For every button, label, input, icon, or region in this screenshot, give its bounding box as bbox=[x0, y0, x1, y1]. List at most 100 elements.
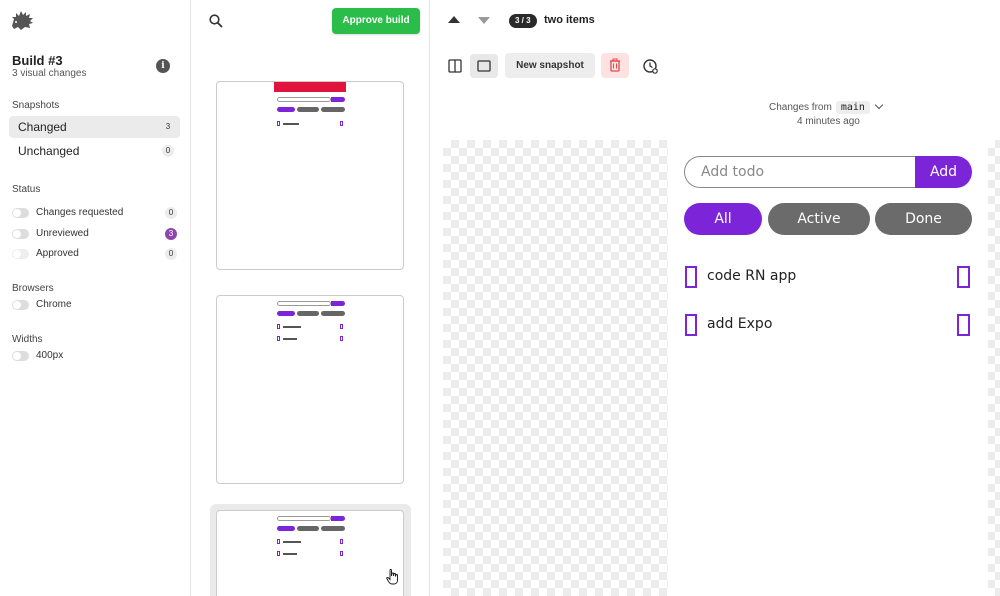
hedgehog-logo-icon[interactable] bbox=[10, 10, 34, 32]
snapshot-list: Approve build bbox=[191, 0, 430, 596]
thumbnail-pill bbox=[321, 526, 345, 531]
thumbnail-text bbox=[283, 541, 301, 543]
toggle-switch[interactable] bbox=[12, 300, 29, 310]
thumbnail-check bbox=[340, 324, 343, 329]
count-badge: 0 bbox=[165, 207, 177, 219]
todo-item: code RN app bbox=[684, 264, 972, 288]
count-badge: 3 bbox=[165, 122, 171, 131]
delete-icon bbox=[610, 58, 620, 72]
thumbnail-add bbox=[331, 516, 345, 521]
snapshot-thumbnail[interactable] bbox=[216, 81, 404, 270]
thumbnail-check bbox=[340, 551, 343, 556]
thumbnail-text bbox=[283, 553, 297, 555]
snapshot-thumbnail[interactable] bbox=[216, 510, 404, 596]
thumbnail-input bbox=[277, 516, 331, 521]
todo-text: add Expo bbox=[707, 316, 773, 332]
thumbnail-add bbox=[331, 301, 345, 306]
thumbnail-add bbox=[331, 97, 345, 102]
changes-from-label: Changes from bbox=[769, 102, 832, 113]
search-icon[interactable] bbox=[209, 14, 223, 28]
add-todo-input[interactable]: Add todo bbox=[684, 156, 916, 188]
filter-label: Unreviewed bbox=[36, 228, 89, 239]
sidebar-item-label: Changed bbox=[18, 120, 67, 134]
snapshot-thumbnail[interactable] bbox=[216, 295, 404, 484]
thumbnail-pill bbox=[297, 107, 319, 112]
thumbnail-pill bbox=[277, 107, 295, 112]
filter-label: Approved bbox=[36, 248, 79, 259]
snapshot-canvas: Add todo Add All Active Done code RN app… bbox=[443, 140, 1000, 596]
app: Build #3 3 visual changes i Snapshots Ch… bbox=[0, 0, 1000, 596]
toggle-switch[interactable] bbox=[12, 351, 29, 361]
sidebar-item-changed[interactable]: Changed 3 bbox=[9, 116, 180, 138]
filter-all-button[interactable]: All bbox=[684, 203, 762, 235]
filter-chrome[interactable]: Chrome bbox=[12, 297, 180, 313]
thumbnail-pill bbox=[321, 311, 345, 316]
filter-width-400[interactable]: 400px bbox=[12, 348, 180, 364]
sidebar: Build #3 3 visual changes i Snapshots Ch… bbox=[0, 0, 191, 596]
thumbnail-check bbox=[340, 121, 343, 126]
filter-done-button[interactable]: Done bbox=[875, 203, 972, 235]
snapshot-detail: 3 / 3 two items New snapshot Changes fro… bbox=[430, 0, 1000, 596]
thumbnail-pill bbox=[277, 311, 295, 316]
todo-delete-button[interactable] bbox=[957, 314, 970, 336]
approve-build-button[interactable]: Approve build bbox=[332, 8, 420, 34]
thumbnail-input bbox=[277, 97, 331, 102]
thumbnail-check bbox=[340, 539, 343, 544]
thumbnail-input bbox=[277, 301, 331, 306]
changes-from[interactable]: Changes from main bbox=[769, 100, 884, 114]
todo-text: code RN app bbox=[707, 268, 797, 284]
build-subtitle: 3 visual changes bbox=[12, 68, 87, 79]
split-view-icon bbox=[448, 59, 462, 73]
single-view-button[interactable] bbox=[470, 54, 498, 78]
thumbnail-check bbox=[340, 336, 343, 341]
split-view-button[interactable] bbox=[441, 54, 469, 78]
filter-changes-requested[interactable]: Changes requested 0 bbox=[12, 205, 180, 221]
thumbnail-check bbox=[277, 121, 280, 126]
thumbnail-pill bbox=[297, 526, 319, 531]
thumbnail-text bbox=[283, 326, 301, 328]
filter-unreviewed[interactable]: Unreviewed 3 bbox=[12, 226, 180, 242]
filter-approved[interactable]: Approved 0 bbox=[12, 246, 180, 262]
thumbnail-check bbox=[277, 539, 280, 544]
todo-checkbox[interactable] bbox=[685, 314, 697, 336]
filter-active-button[interactable]: Active bbox=[768, 203, 870, 235]
previous-arrow-icon[interactable] bbox=[448, 16, 460, 23]
todo-item: add Expo bbox=[684, 312, 972, 336]
todo-delete-button[interactable] bbox=[957, 266, 970, 288]
sidebar-item-label: Unchanged bbox=[18, 144, 80, 158]
thumbnail-check bbox=[277, 551, 280, 556]
sidebar-item-unchanged[interactable]: Unchanged 0 bbox=[9, 140, 180, 162]
delete-snapshot-button[interactable] bbox=[601, 53, 629, 78]
new-snapshot-button[interactable]: New snapshot bbox=[505, 53, 595, 78]
branch-name: main bbox=[835, 101, 870, 114]
timestamp: 4 minutes ago bbox=[797, 116, 860, 127]
thumbnail-check bbox=[277, 324, 280, 329]
snapshots-heading: Snapshots bbox=[12, 100, 60, 111]
thumbnail-pill bbox=[297, 311, 319, 316]
add-todo-button[interactable]: Add bbox=[915, 156, 972, 188]
count-badge: 3 bbox=[165, 228, 177, 240]
build-title: Build #3 bbox=[12, 53, 63, 68]
thumbnail-banner bbox=[274, 82, 346, 92]
chevron-down-icon[interactable] bbox=[874, 100, 884, 110]
status-heading: Status bbox=[12, 184, 41, 195]
filter-label: Chrome bbox=[36, 299, 72, 310]
thumbnail-text bbox=[283, 123, 299, 125]
toggle-switch[interactable] bbox=[12, 208, 29, 218]
story-name: two items bbox=[544, 14, 595, 26]
thumbnail-pill bbox=[321, 107, 345, 112]
single-view-icon bbox=[477, 60, 491, 72]
toggle-switch[interactable] bbox=[12, 229, 29, 239]
filter-label: Changes requested bbox=[36, 207, 124, 218]
info-icon[interactable]: i bbox=[156, 59, 170, 73]
pager-badge: 3 / 3 bbox=[509, 14, 537, 28]
count-badge: 0 bbox=[162, 145, 174, 157]
thumbnail-text bbox=[283, 338, 297, 340]
thumbnail-pill bbox=[277, 526, 295, 531]
widths-heading: Widths bbox=[12, 334, 43, 345]
toggle-switch[interactable] bbox=[12, 249, 29, 259]
next-arrow-icon[interactable] bbox=[478, 17, 490, 24]
browsers-heading: Browsers bbox=[12, 283, 54, 294]
history-icon[interactable] bbox=[640, 56, 660, 76]
todo-checkbox[interactable] bbox=[685, 266, 697, 288]
